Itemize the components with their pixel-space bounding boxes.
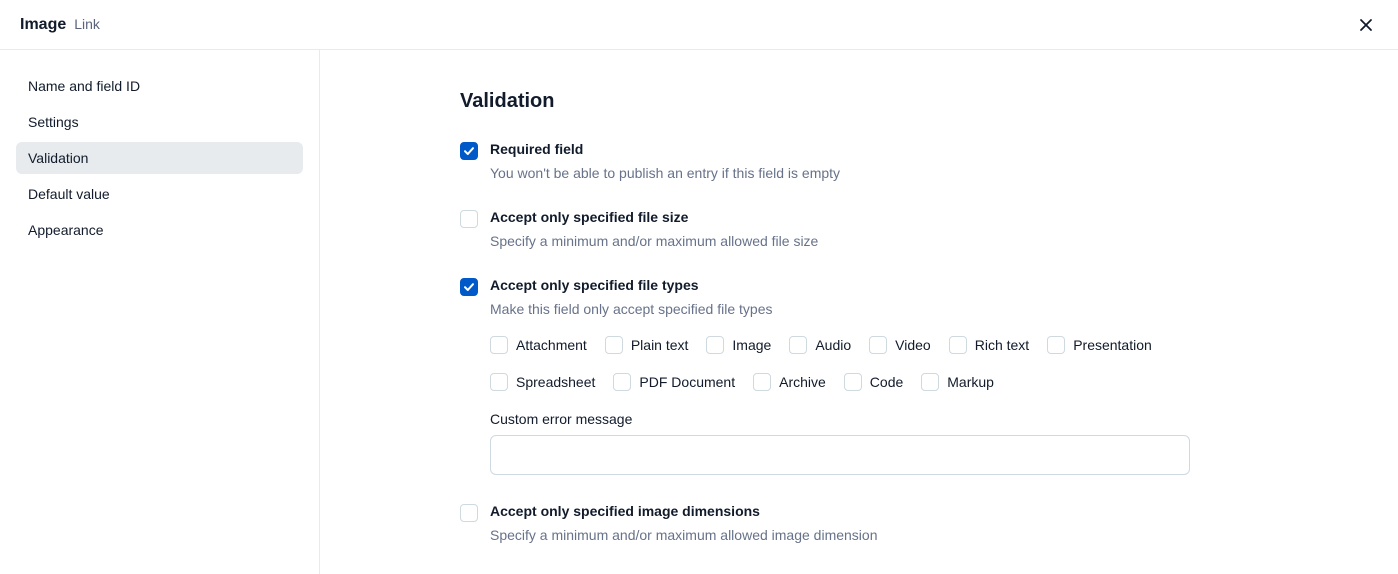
field-settings-dialog: Image Link Name and field ID Settings Va… [0, 0, 1398, 574]
file-type-checkbox[interactable] [613, 373, 631, 391]
sidebar-nav: Name and field ID Settings Validation De… [0, 50, 320, 574]
option-label: Accept only specified file types [490, 277, 1200, 293]
file-type-label: Plain text [631, 337, 689, 353]
dialog-subtitle: Link [74, 16, 100, 32]
file-type-presentation[interactable]: Presentation [1047, 335, 1152, 354]
file-type-checkbox[interactable] [1047, 336, 1065, 354]
file-type-markup[interactable]: Markup [921, 372, 994, 391]
sidebar-item-name-id[interactable]: Name and field ID [16, 70, 303, 102]
file-type-label: Audio [815, 337, 851, 353]
check-icon [463, 145, 475, 157]
file-type-code[interactable]: Code [844, 372, 903, 391]
file-type-checkbox[interactable] [844, 373, 862, 391]
option-body: Accept only specified file types Make th… [490, 277, 1200, 475]
file-type-checkbox[interactable] [490, 336, 508, 354]
file-type-attachment[interactable]: Attachment [490, 335, 587, 354]
main-panel: Validation Required field You won't be a… [320, 50, 1398, 574]
file-type-checkbox[interactable] [706, 336, 724, 354]
option-required-field: Required field You won't be able to publ… [460, 141, 1200, 181]
option-file-size: Accept only specified file size Specify … [460, 209, 1200, 249]
option-image-dimensions: Accept only specified image dimensions S… [460, 503, 1200, 543]
option-description: You won't be able to publish an entry if… [490, 165, 1200, 181]
file-type-checkbox[interactable] [789, 336, 807, 354]
file-types-list: Attachment Plain text Image Audio [490, 335, 1200, 391]
option-body: Required field You won't be able to publ… [490, 141, 1200, 181]
file-type-label: Code [870, 374, 903, 390]
file-type-checkbox[interactable] [869, 336, 887, 354]
file-type-spreadsheet[interactable]: Spreadsheet [490, 372, 595, 391]
file-type-label: Attachment [516, 337, 587, 353]
option-description: Specify a minimum and/or maximum allowed… [490, 233, 1200, 249]
option-label: Accept only specified file size [490, 209, 1200, 225]
section-title: Validation [460, 90, 1358, 113]
file-type-label: PDF Document [639, 374, 735, 390]
option-body: Accept only specified image dimensions S… [490, 503, 1200, 543]
option-label: Accept only specified image dimensions [490, 503, 1200, 519]
file-type-label: Spreadsheet [516, 374, 595, 390]
file-type-checkbox[interactable] [490, 373, 508, 391]
custom-error-input[interactable] [490, 435, 1190, 475]
check-icon [463, 281, 475, 293]
file-type-label: Presentation [1073, 337, 1152, 353]
file-type-plain-text[interactable]: Plain text [605, 335, 689, 354]
file-type-pdf[interactable]: PDF Document [613, 372, 735, 391]
dialog-title-group: Image Link [20, 16, 100, 34]
file-type-checkbox[interactable] [605, 336, 623, 354]
file-type-label: Video [895, 337, 931, 353]
file-type-archive[interactable]: Archive [753, 372, 826, 391]
dialog-title: Image [20, 16, 66, 34]
close-button[interactable] [1354, 13, 1378, 37]
close-icon [1358, 17, 1374, 33]
file-type-rich-text[interactable]: Rich text [949, 335, 1029, 354]
file-type-checkbox[interactable] [949, 336, 967, 354]
file-types-checkbox[interactable] [460, 278, 478, 296]
image-dimensions-checkbox[interactable] [460, 504, 478, 522]
sidebar-item-settings[interactable]: Settings [16, 106, 303, 138]
file-size-checkbox[interactable] [460, 210, 478, 228]
file-type-label: Rich text [975, 337, 1029, 353]
sidebar-item-validation[interactable]: Validation [16, 142, 303, 174]
sidebar-item-appearance[interactable]: Appearance [16, 214, 303, 246]
file-type-audio[interactable]: Audio [789, 335, 851, 354]
option-label: Required field [490, 141, 1200, 157]
file-type-label: Image [732, 337, 771, 353]
file-type-checkbox[interactable] [753, 373, 771, 391]
file-type-checkbox[interactable] [921, 373, 939, 391]
file-type-label: Markup [947, 374, 994, 390]
dialog-header: Image Link [0, 0, 1398, 50]
required-field-checkbox[interactable] [460, 142, 478, 160]
custom-error-label: Custom error message [490, 411, 1200, 427]
option-description: Make this field only accept specified fi… [490, 301, 1200, 317]
dialog-body: Name and field ID Settings Validation De… [0, 50, 1398, 574]
file-type-video[interactable]: Video [869, 335, 931, 354]
option-body: Accept only specified file size Specify … [490, 209, 1200, 249]
file-type-image[interactable]: Image [706, 335, 771, 354]
file-type-label: Archive [779, 374, 826, 390]
sidebar-item-default-value[interactable]: Default value [16, 178, 303, 210]
option-description: Specify a minimum and/or maximum allowed… [490, 527, 1200, 543]
option-file-types: Accept only specified file types Make th… [460, 277, 1200, 475]
